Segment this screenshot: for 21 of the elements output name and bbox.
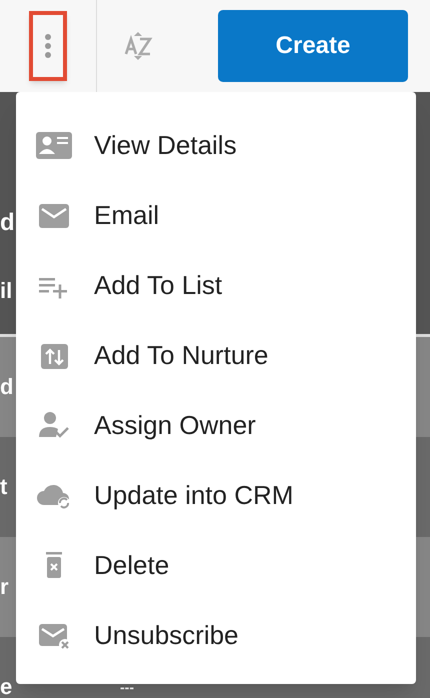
row-text: e — [0, 676, 12, 698]
contact-card-icon — [36, 130, 72, 160]
row-text: d — [0, 211, 15, 235]
more-options-button[interactable] — [29, 11, 67, 81]
user-check-icon — [36, 410, 72, 440]
row-text: r — [0, 576, 9, 598]
sort-alphabetical-icon[interactable] — [123, 30, 153, 62]
more-vertical-icon — [44, 33, 52, 59]
menu-item[interactable]: Assign Owner — [16, 390, 416, 460]
menu-item[interactable]: Delete — [16, 530, 416, 600]
create-button[interactable]: Create — [218, 10, 408, 82]
row-text: il — [0, 280, 12, 302]
menu-item[interactable]: Update into CRM — [16, 460, 416, 530]
row-text: t — [0, 476, 8, 498]
menu-item[interactable]: Unsubscribe — [16, 600, 416, 670]
menu-item[interactable]: Add To Nurture — [16, 320, 416, 390]
menu-item[interactable]: Email — [16, 180, 416, 250]
row-text: d — [0, 376, 14, 398]
row-text: --- — [120, 680, 134, 694]
menu-item[interactable]: View Details — [16, 110, 416, 180]
menu-item[interactable]: Add To List — [16, 250, 416, 320]
